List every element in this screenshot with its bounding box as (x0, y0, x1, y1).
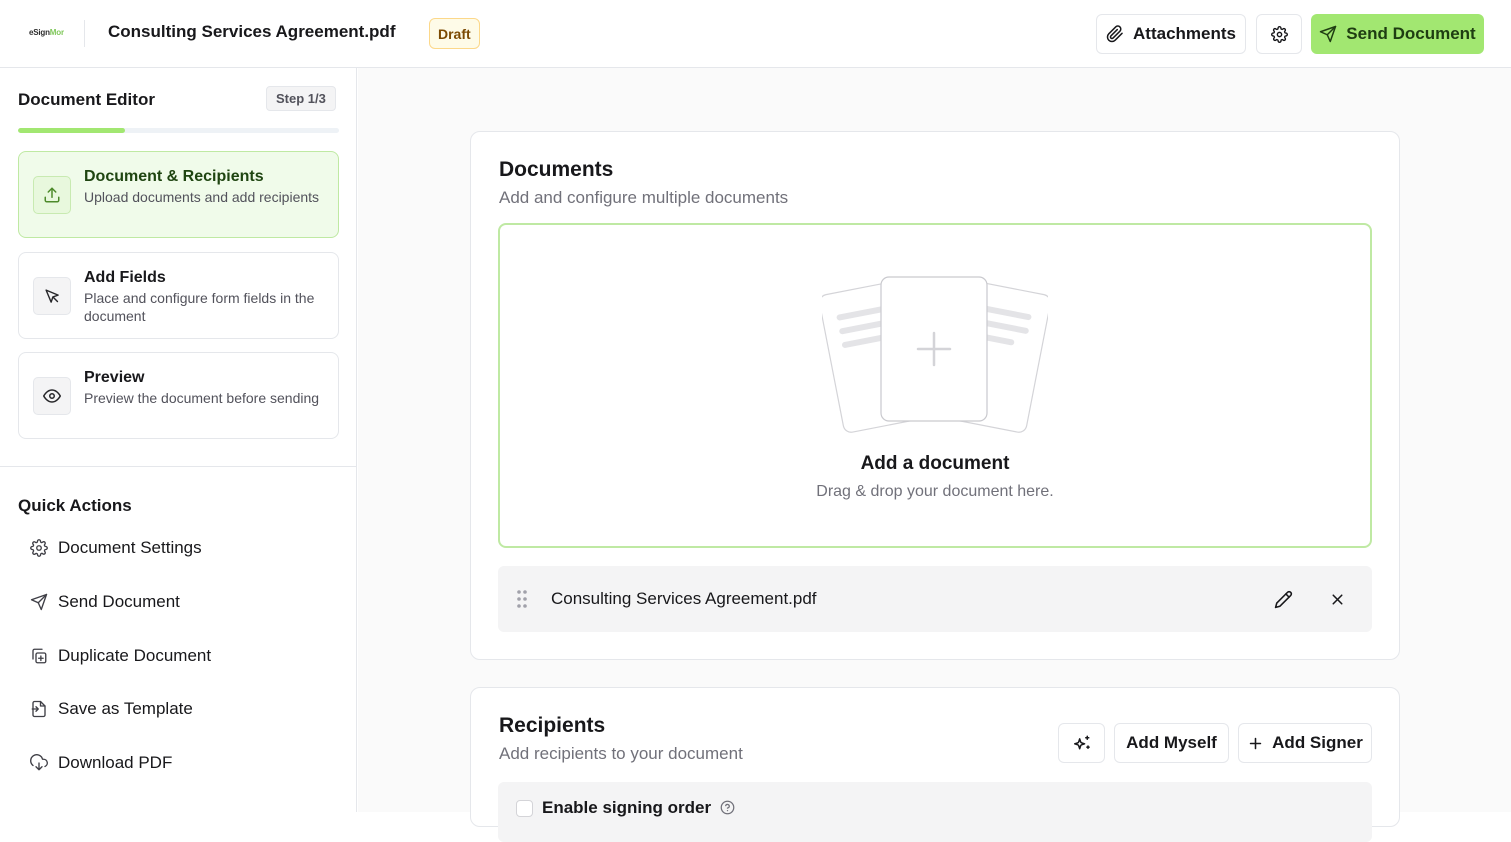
main-content: Documents Add and configure multiple doc… (358, 68, 1511, 842)
settings-button[interactable] (1256, 14, 1302, 54)
ai-suggest-button[interactable] (1058, 723, 1105, 763)
cursor-icon (44, 288, 59, 303)
app-logo[interactable]: eSignMor (29, 25, 65, 39)
signing-order-text: Enable signing order (542, 798, 712, 817)
signing-order-checkbox[interactable] (516, 800, 533, 817)
document-dropzone[interactable]: Add a document Drag & drop your document… (498, 223, 1372, 548)
quick-action-label: Save as Template (58, 699, 193, 718)
step-icon-box (33, 377, 71, 415)
document-file-name: Consulting Services Agreement.pdf (551, 589, 817, 608)
step-indicator: Step 1/3 (266, 86, 336, 111)
remove-document-button[interactable] (1322, 584, 1352, 614)
logo-text: eSignMor (29, 27, 64, 37)
documents-subtitle: Add and configure multiple documents (499, 188, 789, 207)
quick-action-label: Download PDF (58, 753, 173, 772)
gear-icon (1270, 25, 1288, 43)
duplicate-icon (32, 648, 47, 664)
step-document-recipients[interactable]: Document & Recipients Upload documents a… (18, 151, 339, 238)
upload-icon (44, 187, 60, 203)
quick-actions-title: Quick Actions (18, 496, 132, 515)
send-icon (30, 593, 48, 611)
status-badge: Draft (429, 18, 480, 49)
document-title[interactable]: Consulting Services Agreement.pdf (108, 22, 395, 42)
help-icon[interactable] (720, 800, 735, 815)
gear-icon (30, 539, 48, 557)
step-preview[interactable]: Preview Preview the document before send… (18, 352, 339, 439)
step-add-fields[interactable]: Add Fields Place and configure form fiel… (18, 252, 339, 339)
eye-icon (43, 389, 61, 403)
step-progress-bar (18, 128, 339, 133)
documents-title: Documents (499, 158, 614, 181)
add-myself-button[interactable]: Add Myself (1114, 723, 1229, 763)
quick-action-save-template[interactable]: Save as Template (30, 699, 193, 719)
signing-order-label: Enable signing order (542, 798, 735, 818)
dropzone-subtitle: Drag & drop your document here. (816, 483, 1054, 500)
recipients-subtitle: Add recipients to your document (499, 744, 743, 763)
pencil-icon (1274, 590, 1292, 608)
sidebar-divider (0, 466, 357, 467)
plus-icon (1249, 737, 1262, 749)
edit-document-button[interactable] (1268, 584, 1298, 614)
template-icon (31, 700, 46, 718)
documents-card: Documents Add and configure multiple doc… (470, 131, 1400, 660)
recipients-card: Recipients Add recipients to your docume… (470, 687, 1400, 842)
attachments-label: Attachments (1133, 24, 1236, 43)
recipients-title: Recipients (499, 714, 606, 737)
drag-handle-icon[interactable] (512, 588, 532, 610)
step-title: Preview (84, 369, 145, 386)
send-document-button[interactable]: Send Document (1311, 14, 1484, 54)
signing-order-row: Enable signing order (498, 782, 1372, 842)
sidebar-title: Document Editor (18, 90, 155, 109)
top-bar: eSignMor Consulting Services Agreement.p… (0, 0, 1511, 68)
quick-action-label: Duplicate Document (58, 646, 212, 665)
dropzone-title: Add a document (860, 453, 1010, 474)
quick-action-duplicate-document[interactable]: Duplicate Document (30, 646, 211, 666)
send-icon (1320, 25, 1337, 43)
step-description: Upload documents and add recipients (84, 189, 320, 205)
sparkles-icon (1073, 735, 1090, 750)
document-file-row: Consulting Services Agreement.pdf (498, 566, 1372, 632)
add-myself-label: Add Myself (1126, 733, 1217, 752)
quick-action-label: Send Document (58, 592, 180, 611)
quick-action-document-settings[interactable]: Document Settings (30, 538, 202, 558)
step-icon-box (33, 277, 71, 315)
quick-action-label: Document Settings (58, 538, 202, 557)
add-document-illustration (822, 276, 1048, 433)
header-divider (84, 20, 85, 47)
send-document-label: Send Document (1346, 24, 1476, 43)
add-signer-button[interactable]: Add Signer (1238, 723, 1372, 763)
step-description: Place and configure form fields in the d… (84, 290, 315, 324)
close-icon (1331, 593, 1343, 605)
paperclip-icon (1106, 25, 1123, 43)
step-title: Add Fields (84, 269, 166, 286)
step-icon-box (33, 176, 71, 214)
step-title: Document & Recipients (84, 168, 264, 185)
sidebar: Document Editor Step 1/3 Document & Reci… (0, 68, 357, 812)
attachments-button[interactable]: Attachments (1096, 14, 1246, 54)
step-description: Preview the document before sending (84, 390, 320, 406)
quick-action-send-document[interactable]: Send Document (30, 592, 180, 612)
add-signer-label: Add Signer (1272, 733, 1363, 752)
progress-fill (18, 128, 125, 133)
download-icon (30, 754, 48, 771)
quick-action-download-pdf[interactable]: Download PDF (30, 753, 172, 773)
